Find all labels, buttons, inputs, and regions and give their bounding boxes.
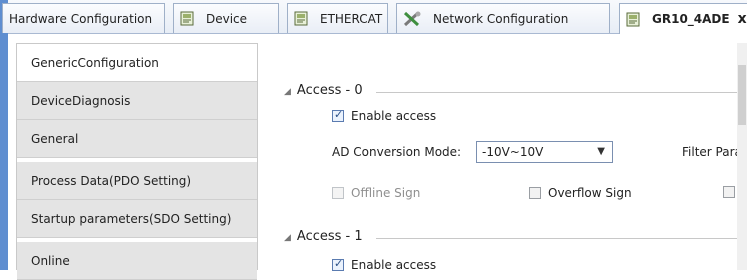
sidebar-item-generic-configuration[interactable]: GenericConfiguration xyxy=(17,44,257,82)
sidebar-item-startup-parameters[interactable]: Startup parameters(SDO Setting) xyxy=(17,200,257,238)
sidebar-item-label: Online xyxy=(31,253,70,268)
offline-sign-row: Offline Sign xyxy=(332,186,420,200)
tab-label: Network Configuration xyxy=(433,11,569,26)
scrollbar-thumb[interactable] xyxy=(738,65,746,125)
tab-strip: Hardware Configuration Device ETHERCAT N… xyxy=(2,0,747,34)
group-title-access-0[interactable]: ◢ Access - 0 xyxy=(284,83,363,98)
group-divider xyxy=(376,92,737,93)
tab-label: ETHERCAT xyxy=(320,11,383,26)
enable-access-label: Enable access xyxy=(351,109,437,123)
sidebar-item-label: Startup parameters(SDO Setting) xyxy=(31,211,232,226)
group-title-access-1[interactable]: ◢ Access - 1 xyxy=(284,229,363,244)
tab-label: Hardware Configuration xyxy=(9,11,153,26)
tab-ethercat[interactable]: ETHERCAT xyxy=(287,3,388,33)
group-divider xyxy=(376,238,737,239)
sidebar-item-general[interactable]: General xyxy=(17,120,257,158)
device-doc-icon xyxy=(180,11,194,26)
sidebar-item-label: GenericConfiguration xyxy=(31,55,159,70)
extra-checkbox-row[interactable] xyxy=(723,186,735,198)
tools-icon xyxy=(403,11,421,27)
dropdown-arrow-icon: ▼ xyxy=(597,146,605,157)
vertical-scrollbar[interactable] xyxy=(737,43,747,270)
sidebar-item-label: Process Data(PDO Setting) xyxy=(31,173,192,188)
partial-checkbox[interactable] xyxy=(723,186,735,198)
close-icon[interactable]: x xyxy=(738,11,747,27)
group-title-text: Access - 0 xyxy=(296,83,363,98)
overflow-sign-row[interactable]: Overflow Sign xyxy=(529,186,632,200)
ad-conversion-select[interactable]: -10V~10V ▼ xyxy=(476,141,613,163)
ad-conversion-text: AD Conversion Mode: xyxy=(332,145,462,159)
config-sidebar: GenericConfiguration DeviceDiagnosis Gen… xyxy=(16,43,258,280)
tab-network-configuration[interactable]: Network Configuration xyxy=(396,3,610,33)
offline-sign-checkbox xyxy=(332,187,344,199)
filter-para-text: Filter Para xyxy=(682,145,742,159)
device-doc-icon xyxy=(294,11,308,26)
tab-hardware-configuration[interactable]: Hardware Configuration xyxy=(2,3,165,33)
enable-access-checkbox[interactable] xyxy=(332,257,344,271)
offline-sign-label: Offline Sign xyxy=(351,186,421,200)
ad-conversion-value: -10V~10V xyxy=(482,145,544,159)
collapse-triangle-icon: ◢ xyxy=(284,233,291,243)
enable-access-checkbox[interactable] xyxy=(332,108,344,122)
overflow-sign-label: Overflow Sign xyxy=(548,186,632,200)
sidebar-item-device-diagnosis[interactable]: DeviceDiagnosis xyxy=(17,82,257,120)
tab-label: GR10_4ADE xyxy=(652,12,730,26)
filter-para-label: Filter Para xyxy=(682,145,742,159)
tab-gr10-4ade[interactable]: GR10_4ADE x xyxy=(619,3,747,34)
overflow-sign-checkbox[interactable] xyxy=(529,187,541,199)
sidebar-item-label: DeviceDiagnosis xyxy=(31,93,131,108)
device-doc-icon xyxy=(626,12,640,27)
collapse-triangle-icon: ◢ xyxy=(284,87,291,97)
tab-label: Device xyxy=(206,11,248,26)
tab-device[interactable]: Device xyxy=(173,3,279,33)
sidebar-item-online[interactable]: Online xyxy=(17,242,257,280)
enable-access-0-row[interactable]: Enable access xyxy=(332,108,437,123)
group-title-text: Access - 1 xyxy=(296,229,363,244)
window-edge xyxy=(0,0,8,270)
sidebar-item-process-data[interactable]: Process Data(PDO Setting) xyxy=(17,162,257,200)
ad-conversion-label: AD Conversion Mode: xyxy=(332,145,461,159)
sidebar-item-label: General xyxy=(31,131,79,146)
